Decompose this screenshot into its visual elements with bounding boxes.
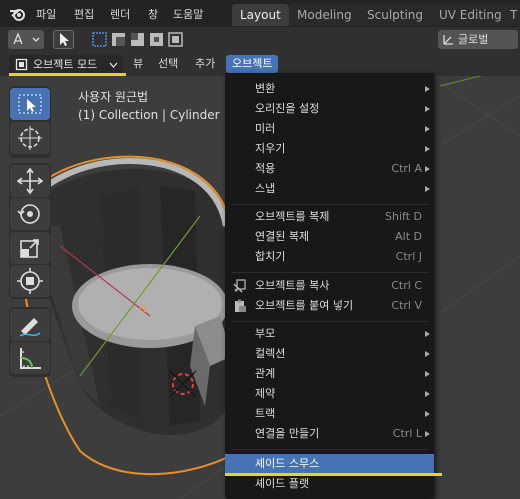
submenu-arrow-icon — [425, 166, 430, 172]
transform-orientation-select[interactable]: 글로벌 — [438, 30, 518, 49]
shortcut-label: Ctrl V — [391, 299, 422, 312]
shortcut-label: Ctrl J — [395, 250, 422, 263]
shortcut-label: Alt D — [395, 230, 422, 243]
menu-item-shade-smooth[interactable]: 셰이드 스무스 — [225, 454, 434, 474]
submenu-arrow-icon — [425, 126, 430, 132]
shade-smooth-highlight-underline — [225, 473, 442, 476]
tool-annotate[interactable] — [10, 309, 50, 341]
transform-icon — [17, 268, 43, 294]
shortcut-label: Ctrl L — [392, 427, 422, 440]
viewport-icon — [13, 32, 40, 45]
menu-item-clear[interactable]: 지우기 — [225, 139, 434, 159]
cursor-target-icon — [18, 126, 42, 150]
tab-texture-paint[interactable]: T — [506, 4, 520, 26]
menu-separator — [231, 321, 428, 322]
menu-window[interactable]: 창 — [148, 6, 158, 22]
menu-file[interactable]: 파일 — [36, 6, 56, 22]
move-arrows-icon — [16, 167, 44, 195]
tool-cursor[interactable] — [10, 122, 50, 154]
shortcut-label: Ctrl C — [391, 279, 422, 292]
menu-item-mirror[interactable]: 미러 — [225, 119, 434, 139]
submenu-arrow-icon — [425, 186, 430, 192]
menu-separator — [231, 204, 428, 205]
tab-modeling[interactable]: Modeling — [289, 4, 360, 26]
tool-rotate[interactable] — [10, 198, 50, 230]
object-dropdown-menu: 변환 오리진을 설정 미러 지우기 적용 Ctrl A 스냅 오브젝트를 복제 … — [225, 73, 434, 499]
object-mode-label: 오브젝트 모드 — [33, 58, 98, 71]
copy-icon — [233, 279, 246, 293]
menu-item-snap[interactable]: 스냅 — [225, 179, 434, 199]
submenu-arrow-icon — [425, 431, 430, 437]
menu-item-set-origin[interactable]: 오리진을 설정 — [225, 99, 434, 119]
orientation-label: 글로벌 — [458, 33, 489, 46]
scale-icon — [20, 239, 39, 258]
tool-scale[interactable] — [10, 232, 50, 264]
menu-item-track[interactable]: 트랙 — [225, 404, 434, 424]
tool-transform[interactable] — [10, 265, 50, 297]
menu-item-relations[interactable]: 관계 — [225, 364, 434, 384]
tool-measure[interactable] — [10, 342, 50, 374]
submenu-arrow-icon — [425, 391, 430, 397]
menu-item-parent[interactable]: 부모 — [225, 324, 434, 344]
submenu-arrow-icon — [425, 331, 430, 337]
shortcut-label: Shift D — [385, 210, 422, 223]
submenu-arrow-icon — [425, 86, 430, 92]
view-name-label: 사용자 원근법 — [78, 90, 149, 104]
rotate-icon — [17, 204, 40, 224]
object-mode-select[interactable]: 오브젝트 모드 — [9, 55, 123, 74]
submenu-arrow-icon — [425, 411, 430, 417]
menu-select[interactable]: 선택 — [158, 56, 178, 72]
menu-add[interactable]: 추가 — [195, 56, 215, 72]
select-mode-icons[interactable] — [90, 30, 186, 49]
tab-layout[interactable]: Layout — [232, 4, 289, 26]
select-mode-group — [90, 30, 186, 49]
menu-view[interactable]: 뷰 — [133, 56, 143, 72]
tab-uv-editing[interactable]: UV Editing — [431, 4, 510, 26]
tool-move[interactable] — [10, 165, 50, 197]
submenu-arrow-icon — [425, 146, 430, 152]
object-mode-icon — [15, 58, 28, 71]
top-bar: 파일 편집 렌더 창 도움말 Layout Modeling Sculpting… — [0, 0, 520, 27]
editor-type-button[interactable] — [8, 30, 44, 49]
menu-item-constraint[interactable]: 제약 — [225, 384, 434, 404]
menu-item-shade-flat[interactable]: 셰이드 플랫 — [225, 474, 434, 494]
pencil-icon — [19, 318, 41, 337]
measure-ruler-icon — [20, 348, 41, 369]
tool-select-box[interactable] — [10, 88, 50, 120]
paste-icon — [235, 299, 246, 312]
menu-item-link-transfer[interactable]: 연결을 만들기 Ctrl L — [225, 424, 434, 444]
menu-item-transform[interactable]: 변환 — [225, 79, 434, 99]
menu-item-join[interactable]: 합치기 Ctrl J — [225, 247, 434, 267]
select-tool-button[interactable] — [53, 30, 74, 49]
cursor-arrow-icon — [60, 33, 69, 46]
submenu-arrow-icon — [425, 351, 430, 357]
shortcut-label: Ctrl A — [391, 162, 422, 175]
menu-edit[interactable]: 편집 — [74, 6, 94, 22]
menu-item-copy-objects[interactable]: 오브젝트를 복사 Ctrl C — [225, 276, 434, 296]
submenu-arrow-icon — [425, 371, 430, 377]
menu-separator — [231, 449, 428, 450]
tool-settings-bar: 글로벌 — [0, 27, 520, 52]
menu-render[interactable]: 렌더 — [110, 6, 130, 22]
submenu-arrow-icon — [425, 106, 430, 112]
menu-separator — [231, 272, 428, 273]
blender-logo-icon[interactable] — [8, 5, 26, 23]
collection-info-label: (1) Collection | Cylinder — [78, 108, 220, 122]
select-box-icon — [18, 94, 42, 114]
menu-item-collection[interactable]: 컬렉션 — [225, 344, 434, 364]
orientation-icon — [443, 35, 453, 45]
tab-sculpting[interactable]: Sculpting — [359, 4, 432, 26]
menu-object[interactable]: 오브젝트 — [226, 55, 279, 73]
chevron-down-icon — [109, 62, 118, 68]
menu-item-duplicate-objects[interactable]: 오브젝트를 복제 Shift D — [225, 207, 434, 227]
menu-item-apply[interactable]: 적용 Ctrl A — [225, 159, 434, 179]
menu-item-paste-objects[interactable]: 오브젝트를 붙여 넣기 Ctrl V — [225, 296, 434, 316]
menu-help[interactable]: 도움말 — [173, 6, 203, 22]
menu-item-duplicate-linked[interactable]: 연결된 복제 Alt D — [225, 227, 434, 247]
